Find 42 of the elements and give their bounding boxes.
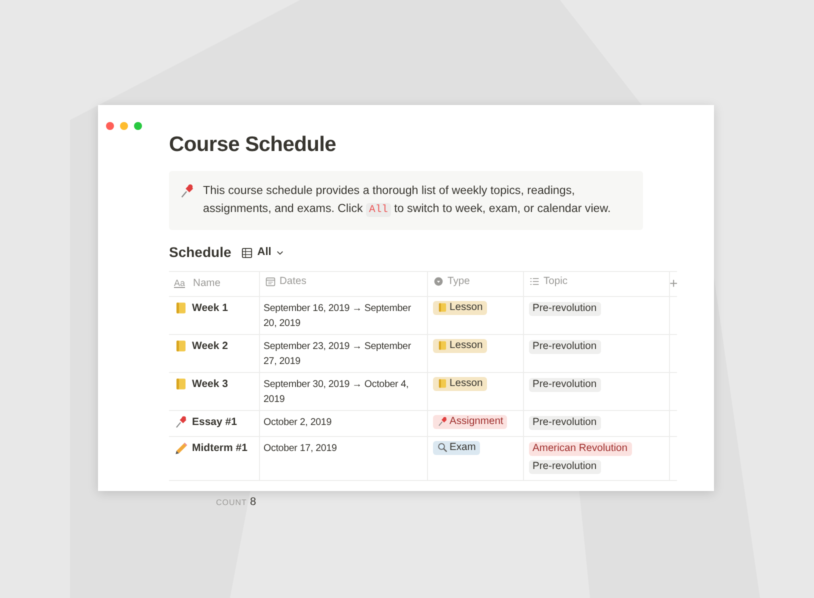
callout-text: This course schedule provides a thorough list of weekly topics, readings, assignments, and exams. Click All to switch to week, exam, or calendar view. (203, 182, 612, 218)
type-tag: Assignment (432, 414, 508, 428)
count-value: 8 (250, 496, 256, 508)
topic-tag: American Revolution (528, 442, 632, 456)
book-icon (436, 340, 448, 351)
type-tag: Lesson (432, 300, 487, 314)
row-name[interactable]: Week 2 (192, 338, 228, 354)
book-icon (174, 301, 188, 315)
pin-icon (179, 182, 195, 198)
date-text: September 23, 2019 → September 27, 2019 (264, 340, 411, 366)
select-icon (432, 276, 444, 288)
date-text: September 30, 2019 → October 4, 2019 (264, 378, 409, 404)
type-tag: Exam (432, 440, 480, 454)
row-name[interactable]: Week 3 (192, 376, 228, 392)
pin-icon (436, 416, 448, 427)
book-icon (436, 302, 448, 313)
book-icon (436, 378, 448, 389)
list-icon (528, 276, 540, 288)
book-icon (174, 377, 188, 391)
calendar-icon (264, 276, 276, 288)
type-tag: Lesson (432, 376, 487, 390)
date-text: October 17, 2019 (264, 442, 337, 454)
view-selector[interactable]: All (239, 244, 288, 261)
topic-tag: Pre-revolution (528, 416, 601, 430)
count-label: COUNT (216, 498, 247, 506)
row-name[interactable]: Week 1 (192, 300, 228, 316)
date-text: September 16, 2019 → September 20, 2019 (264, 302, 411, 328)
topic-tag: Pre-revolution (528, 340, 601, 354)
view-title: Schedule (169, 243, 232, 262)
page-title: Course Schedule (169, 132, 338, 158)
type-tag: Lesson (432, 338, 487, 352)
row-name[interactable]: Midterm #1 (192, 440, 248, 456)
pencil-icon (174, 441, 188, 455)
topic-tag: Pre-revolution (528, 378, 601, 392)
pin-icon (174, 415, 188, 429)
book-icon (174, 339, 188, 353)
search-icon (436, 442, 448, 453)
row-name[interactable]: Essay #1 (192, 414, 237, 430)
date-text: October 2, 2019 (264, 416, 332, 428)
topic-tag: Pre-revolution (528, 302, 601, 316)
topic-tag: Pre-revolution (528, 460, 601, 474)
table-icon (241, 246, 254, 258)
